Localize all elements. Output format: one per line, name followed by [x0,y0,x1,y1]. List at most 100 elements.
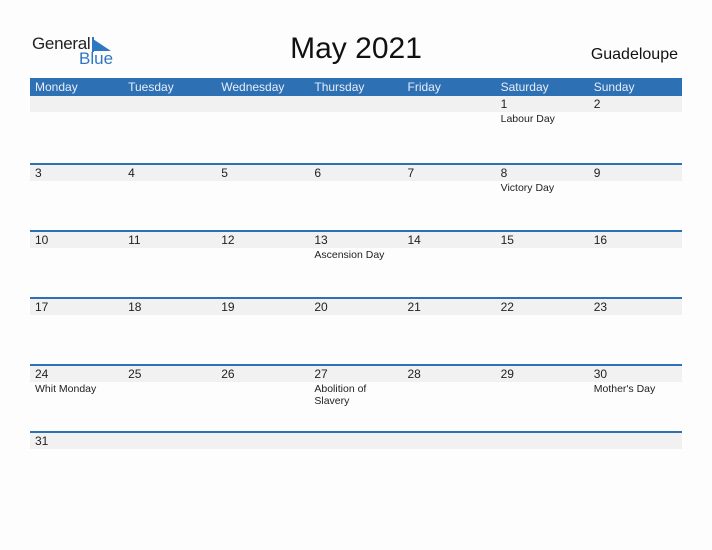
holiday-label: Abolition of Slavery [314,383,367,407]
weekday-saturday: Saturday [500,80,549,94]
day-cell[interactable]: 29 [496,366,589,407]
day-number [408,96,496,112]
day-number: 7 [407,166,415,180]
day-number: 29 [500,367,514,381]
day-cell[interactable] [309,433,402,450]
week-row: 3 4 5 6 7 8 Victory Day 9 [30,163,682,230]
day-cell[interactable] [589,433,682,450]
day-cell[interactable] [30,96,123,125]
day-cell[interactable]: 19 [216,299,309,316]
day-cell[interactable]: 16 [589,232,682,261]
weekday-tuesday: Tuesday [128,80,174,94]
day-cell[interactable]: 15 [496,232,589,261]
week-row: 24 Whit Monday 25 26 27 Abolition of Slavery 2… [30,364,682,431]
day-cell[interactable]: 18 [123,299,216,316]
day-cell[interactable]: 25 [123,366,216,407]
day-cell[interactable]: 31 [30,433,123,450]
day-number: 16 [593,233,608,247]
day-number: 31 [35,434,49,448]
day-number: 2 [593,97,601,111]
day-cell[interactable] [123,433,216,450]
week-row: 17 18 19 20 21 22 23 [30,297,682,364]
day-cell[interactable] [123,96,216,125]
day-cell[interactable]: 26 [216,366,309,407]
weekday-header: Monday Tuesday Wednesday Thursday Friday Satu… [30,78,682,96]
day-number: 20 [314,300,328,314]
calendar-grid: Monday Tuesday Wednesday Thursday Friday Satu… [30,78,682,498]
day-cell[interactable]: 30 Mother's Day [589,366,682,407]
day-number [128,96,216,112]
day-number: 3 [35,166,42,180]
day-number: 8 [500,166,508,180]
day-number [221,96,309,112]
day-cell[interactable]: 28 [403,366,496,407]
holiday-label: Victory Day [500,182,555,194]
day-number: 14 [407,233,421,247]
day-number [501,433,589,449]
day-cell[interactable] [216,433,309,450]
day-number [221,433,309,449]
day-number: 10 [35,233,49,247]
day-cell[interactable]: 20 [309,299,402,316]
day-cell[interactable]: 8 Victory Day [496,165,589,194]
day-cell[interactable]: 13 Ascension Day [309,232,402,261]
day-cell[interactable]: 12 [216,232,309,261]
day-cell[interactable]: 7 [403,165,496,194]
holiday-label: Ascension Day [314,249,385,261]
day-cell[interactable] [216,96,309,125]
day-number: 15 [500,233,514,247]
day-cell[interactable] [403,96,496,125]
day-cell[interactable]: 27 Abolition of Slavery [309,366,402,407]
holiday-label: Mother's Day [593,383,656,395]
day-number: 17 [35,300,49,314]
day-cell[interactable]: 22 [496,299,589,316]
day-number: 5 [221,166,228,180]
day-number: 24 [35,367,49,381]
day-number: 4 [128,166,135,180]
day-number: 25 [128,367,142,381]
day-cell[interactable]: 14 [403,232,496,261]
day-number: 1 [500,97,508,111]
day-cell[interactable]: 23 [589,299,682,316]
day-number: 21 [407,300,421,314]
weekday-friday: Friday [407,80,441,94]
weekday-wednesday: Wednesday [221,80,285,94]
day-cell[interactable]: 2 [589,96,682,125]
day-cell[interactable]: 9 [589,165,682,194]
day-number [35,96,123,112]
day-cell[interactable]: 10 [30,232,123,261]
day-cell[interactable] [309,96,402,125]
weekday-sunday: Sunday [593,80,635,94]
day-number: 6 [314,166,322,180]
day-number: 26 [221,367,235,381]
holiday-label: Whit Monday [35,383,97,395]
day-number [314,96,402,112]
week-row: 10 11 12 13 Ascension Day 14 15 16 [30,230,682,297]
day-cell[interactable]: 4 [123,165,216,194]
day-cell[interactable]: 11 [123,232,216,261]
day-cell[interactable]: 5 [216,165,309,194]
week-row: 1 Labour Day 2 [30,96,682,163]
day-cell[interactable]: 21 [403,299,496,316]
day-cell[interactable]: 6 [309,165,402,194]
day-number: 23 [593,300,608,314]
day-cell[interactable]: 3 [30,165,123,194]
week-row: 31 [30,431,682,498]
country-label: Guadeloupe [590,46,678,63]
day-number [314,433,402,449]
day-cell[interactable] [496,433,589,450]
day-number: 28 [407,367,421,381]
day-number: 13 [314,233,328,247]
day-number: 30 [593,367,608,381]
weekday-monday: Monday [35,80,78,94]
day-number [128,433,216,449]
day-number: 22 [500,300,514,314]
day-number: 18 [128,300,142,314]
day-cell[interactable]: 1 Labour Day [496,96,589,125]
day-number: 9 [593,166,601,180]
holiday-label: Labour Day [500,113,555,125]
day-cell[interactable]: 24 Whit Monday [30,366,123,407]
day-cell[interactable] [403,433,496,450]
day-number: 27 [314,367,328,381]
day-cell[interactable]: 17 [30,299,123,316]
